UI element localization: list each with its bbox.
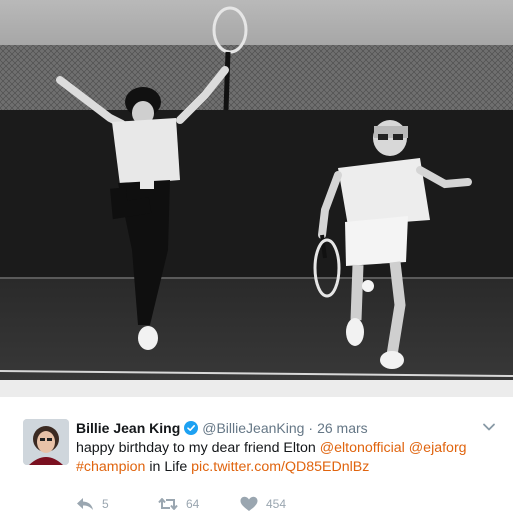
retweet-icon [158, 496, 178, 512]
verified-badge-icon [184, 421, 199, 435]
reply-button[interactable]: 5 [76, 496, 158, 512]
author-handle[interactable]: @BillieJeanKing [202, 420, 304, 436]
reply-count: 5 [102, 497, 109, 511]
retweet-button[interactable]: 64 [158, 496, 240, 512]
author-name[interactable]: Billie Jean King [76, 420, 180, 436]
retweet-count: 64 [186, 497, 200, 511]
chevron-down-icon[interactable] [481, 419, 497, 435]
tweet-text-part: in Life [145, 459, 192, 475]
like-count: 454 [266, 497, 287, 511]
like-button[interactable]: 454 [240, 496, 286, 512]
tweet-actions: 5 64 454 [76, 495, 286, 513]
reply-icon [76, 496, 94, 512]
tweet-text-part: happy birthday to my dear friend Elton [76, 440, 320, 456]
heart-icon [240, 496, 258, 512]
avatar-image [23, 419, 69, 465]
separator-dot: · [308, 420, 314, 436]
tweet-photo[interactable] [0, 0, 513, 397]
tweet-text: happy birthday to my dear friend Elton @… [76, 439, 496, 477]
mention-eltonofficial[interactable]: @eltonofficial [320, 440, 405, 456]
tweet-photo-image [0, 0, 513, 397]
tweet-header: Billie Jean King @BillieJeanKing · 26 ma… [76, 419, 368, 437]
tweet-timestamp[interactable]: 26 mars [317, 420, 368, 436]
hashtag-champion[interactable]: #champion [76, 459, 145, 475]
mention-ejaforg[interactable]: @ejaforg [409, 440, 467, 456]
pic-link[interactable]: pic.twitter.com/QD85EDnlBz [191, 459, 369, 475]
tweet-card: Billie Jean King @BillieJeanKing · 26 ma… [0, 397, 513, 528]
avatar[interactable] [23, 419, 69, 465]
